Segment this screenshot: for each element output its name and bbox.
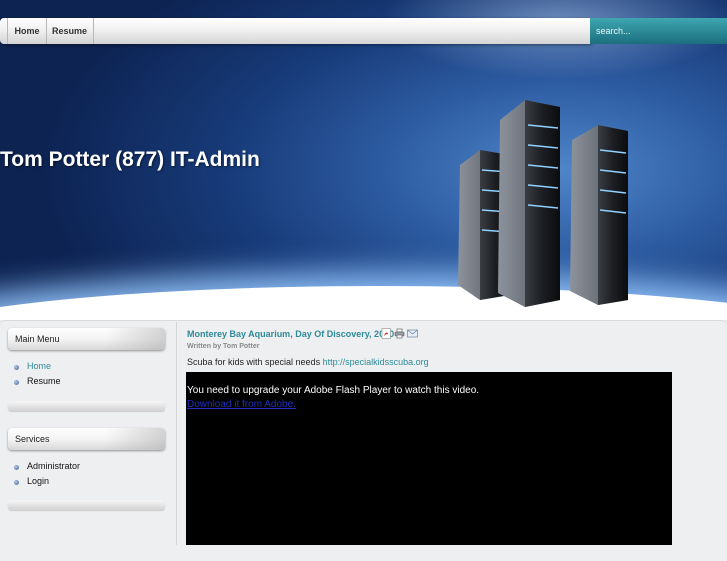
nav-resume-link[interactable]: Resume [46,18,94,44]
article-byline: Written by Tom Potter [187,343,260,350]
services-heading: Services [8,428,165,450]
flash-upgrade-message: You need to upgrade your Adobe Flash Pla… [187,385,480,396]
menu-item-login[interactable]: Login [14,474,80,489]
email-icon[interactable] [407,328,418,339]
main-menu-list: Home Resume [14,359,61,389]
server-towers-image [458,100,628,307]
services-list: Administrator Login [14,459,80,489]
pdf-icon[interactable] [381,328,392,339]
menu-item-label: Administrator [27,461,81,471]
menu-item-label: Login [27,476,50,486]
bullet-icon [14,480,19,485]
search-input[interactable] [590,18,727,44]
services-footer [8,500,165,510]
bullet-icon [14,380,19,385]
header-banner: Tom Potter (877) IT-Admin [0,0,727,320]
bullet-icon [14,365,19,370]
print-icon[interactable] [394,328,405,339]
menu-item-resume[interactable]: Resume [14,374,61,389]
intro-link[interactable]: http://specialkidsscuba.org [323,357,429,367]
flash-video-player[interactable]: You need to upgrade your Adobe Flash Pla… [186,372,672,545]
main-menu-heading: Main Menu [8,328,165,350]
site-title: Tom Potter (877) IT-Admin [0,148,260,171]
bullet-icon [14,465,19,470]
top-nav-bar: Home Resume [0,18,592,44]
article-title[interactable]: Monterey Bay Aquarium, Day Of Discovery,… [187,329,394,339]
menu-item-label: Home [27,361,52,371]
article-intro: Scuba for kids with special needs http:/… [187,357,429,367]
menu-item-home[interactable]: Home [14,359,61,374]
download-adobe-link[interactable]: Download it from Adobe. [187,399,296,410]
menu-item-administrator[interactable]: Administrator [14,459,80,474]
intro-text: Scuba for kids with special needs [187,357,321,367]
nav-home-link[interactable]: Home [7,18,47,44]
main-menu-footer [8,401,165,411]
menu-item-label: Resume [27,376,61,386]
